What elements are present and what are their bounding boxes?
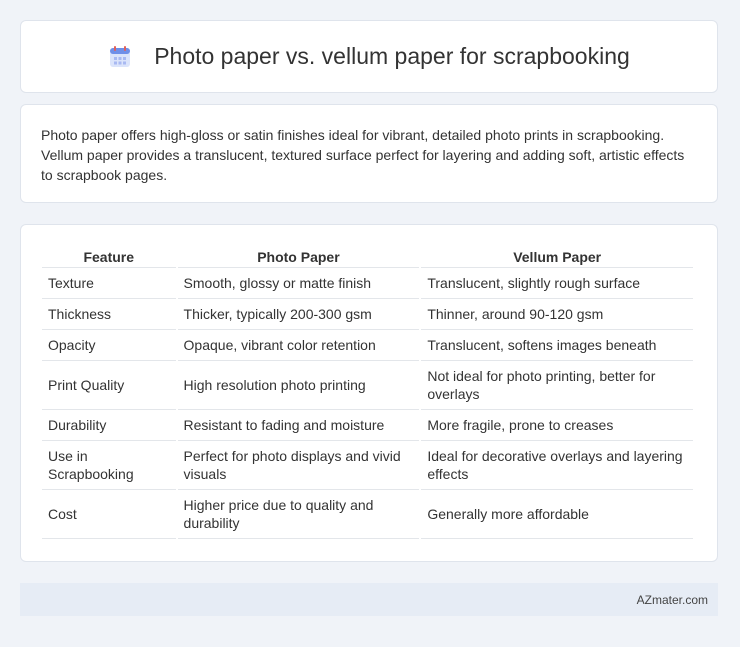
vellum-paper-cell: Ideal for decorative overlays and layeri… [421,441,693,490]
summary-card: Photo paper offers high-gloss or satin f… [20,104,718,203]
feature-cell: Texture [42,268,176,299]
feature-cell: Print Quality [42,361,176,410]
photo-paper-cell: Smooth, glossy or matte finish [177,268,420,299]
table-row: Durability Resistant to fading and moist… [42,410,693,441]
vellum-paper-cell: Translucent, softens images beneath [421,330,693,361]
feature-cell: Thickness [42,299,176,330]
summary-text: Photo paper offers high-gloss or satin f… [41,127,685,183]
header-feature: Feature [42,245,176,268]
table-row: Opacity Opaque, vibrant color retention … [42,330,693,361]
vellum-paper-cell: Not ideal for photo printing, better for… [421,361,693,410]
header-vellum-paper: Vellum Paper [421,245,693,268]
photo-paper-cell: Resistant to fading and moisture [177,410,420,441]
table-header-row: Feature Photo Paper Vellum Paper [42,245,693,268]
photo-paper-cell: Perfect for photo displays and vivid vis… [177,441,420,490]
comparison-table: Feature Photo Paper Vellum Paper Texture… [40,245,695,539]
photo-paper-cell: Opaque, vibrant color retention [177,330,420,361]
page-title: Photo paper vs. vellum paper for scrapbo… [154,43,630,69]
comparison-card: Feature Photo Paper Vellum Paper Texture… [20,224,718,562]
table-row: Texture Smooth, glossy or matte finish T… [42,268,693,299]
vellum-paper-cell: Thinner, around 90-120 gsm [421,299,693,330]
footer: AZmater.com [20,583,718,616]
vellum-paper-cell: More fragile, prone to creases [421,410,693,441]
title-card: Photo paper vs. vellum paper for scrapbo… [20,20,718,93]
table-row: Cost Higher price due to quality and dur… [42,490,693,539]
feature-cell: Use in Scrapbooking [42,441,176,490]
photo-paper-cell: Higher price due to quality and durabili… [177,490,420,539]
feature-cell: Durability [42,410,176,441]
vellum-paper-cell: Translucent, slightly rough surface [421,268,693,299]
table-row: Use in Scrapbooking Perfect for photo di… [42,441,693,490]
header-photo-paper: Photo Paper [177,245,420,268]
table-row: Print Quality High resolution photo prin… [42,361,693,410]
footer-brand: AZmater.com [636,592,708,607]
feature-cell: Opacity [42,330,176,361]
table-row: Thickness Thicker, typically 200-300 gsm… [42,299,693,330]
photo-paper-cell: High resolution photo printing [177,361,420,410]
photo-paper-cell: Thicker, typically 200-300 gsm [177,299,420,330]
vellum-paper-cell: Generally more affordable [421,490,693,539]
calendar-icon [110,45,131,67]
feature-cell: Cost [42,490,176,539]
